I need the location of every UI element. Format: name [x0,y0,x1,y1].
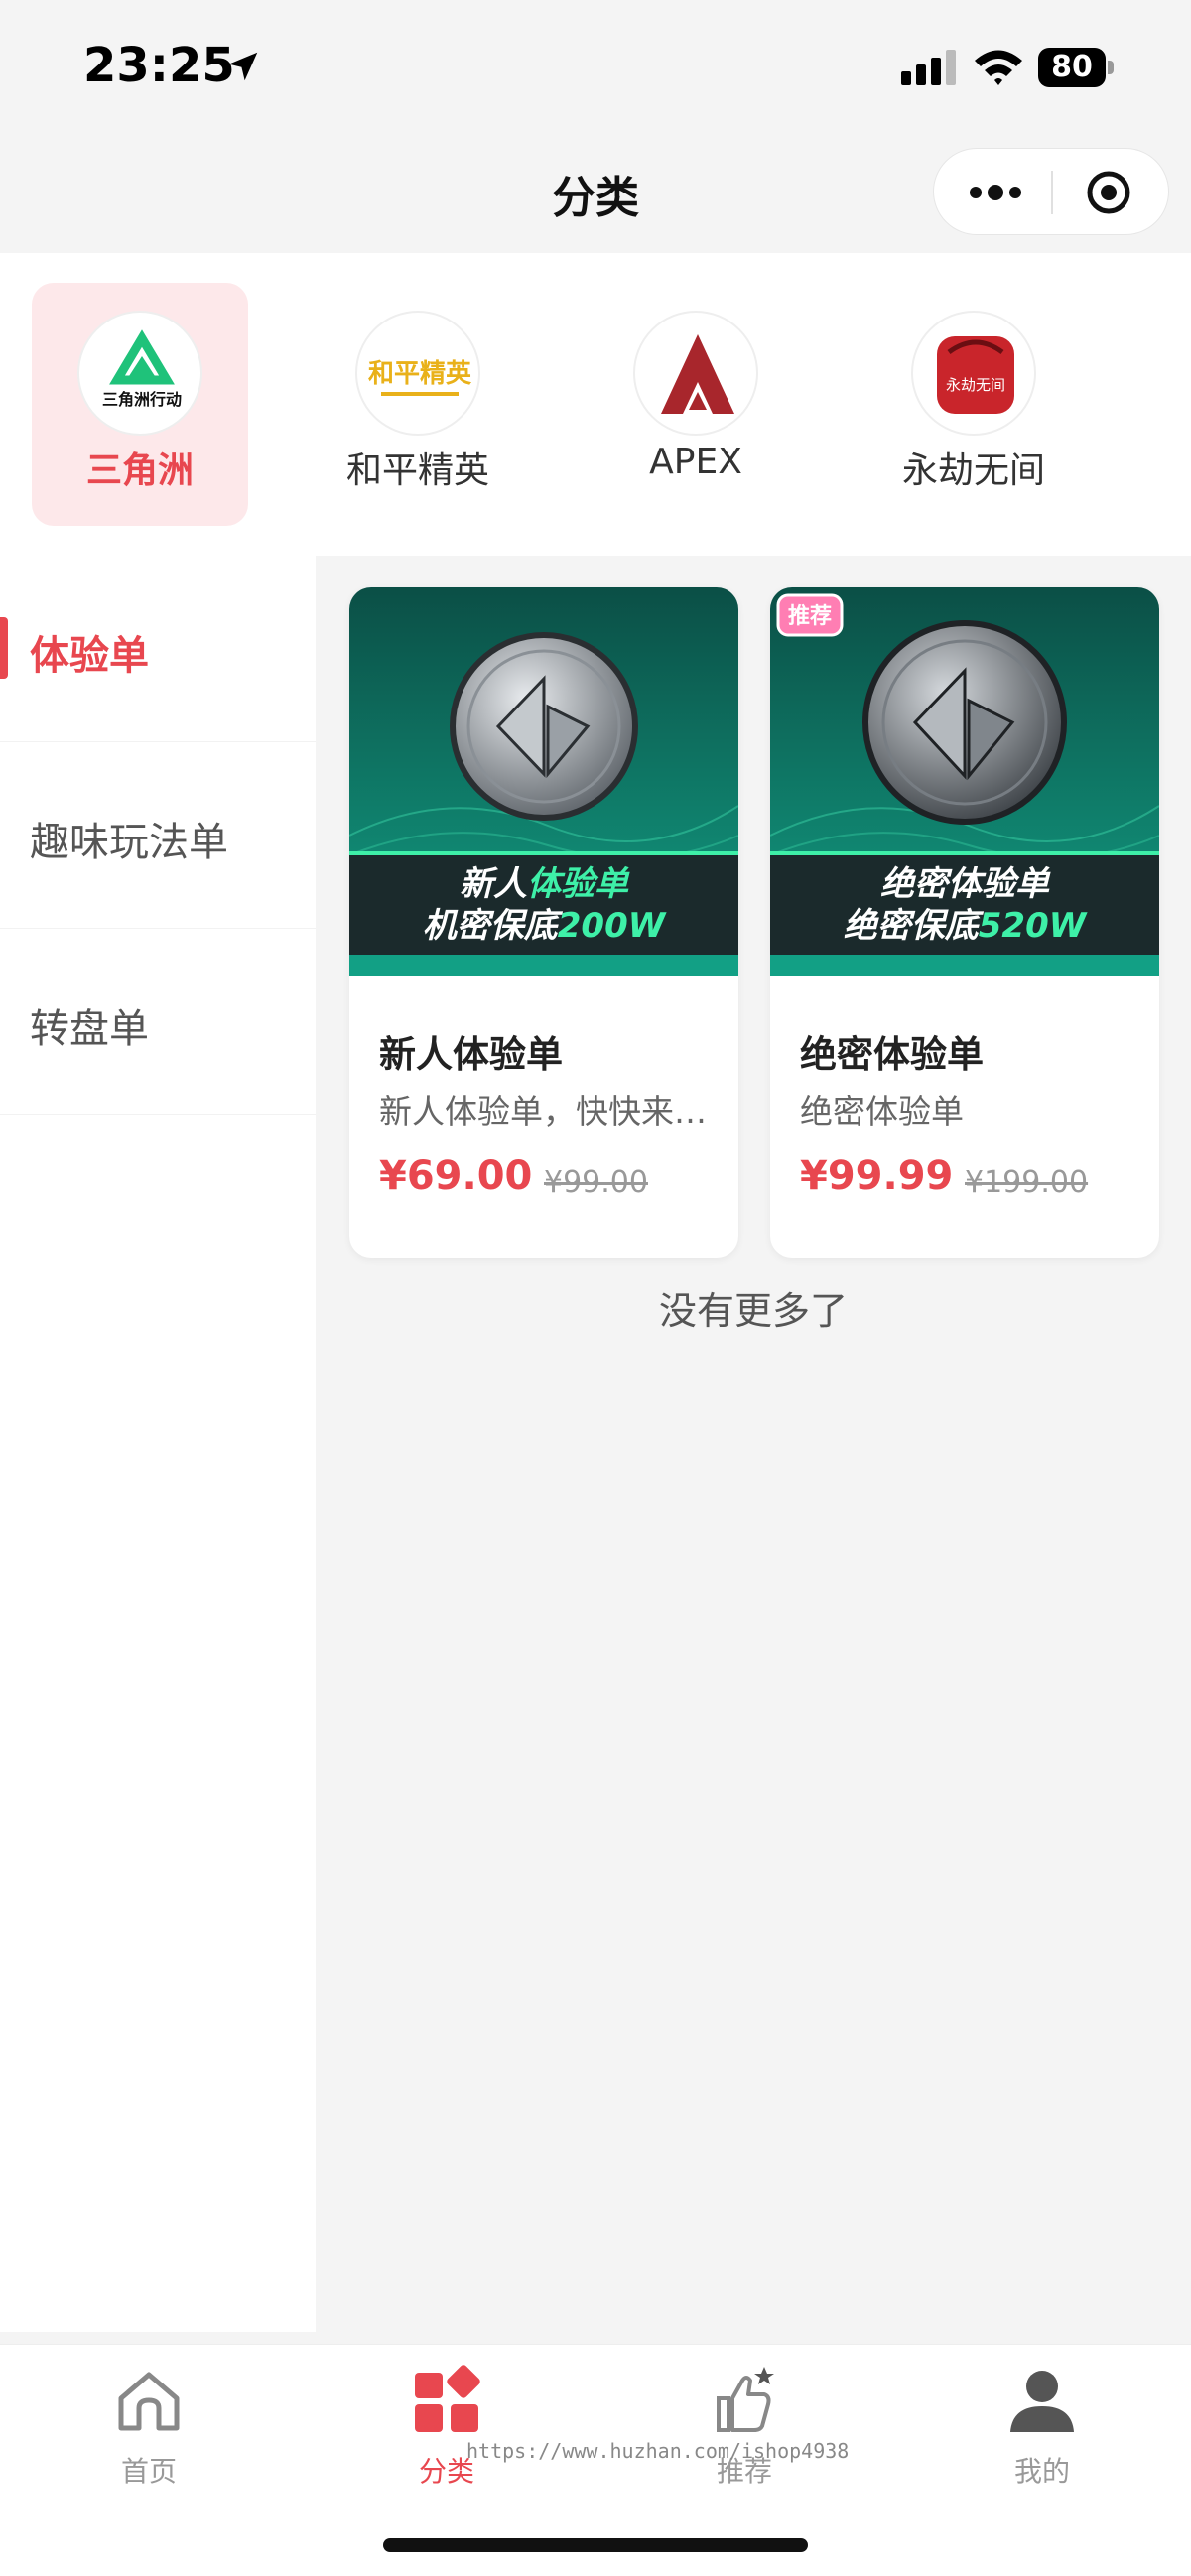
svg-text:绝密体验单: 绝密体验单 [880,864,1051,904]
category-label: 三角洲 [85,451,194,491]
user-icon [1010,2371,1074,2432]
close-target-icon[interactable] [1085,169,1132,216]
home-indicator[interactable] [383,2538,808,2552]
banner-text: 200W [558,906,667,946]
watermark-text: https://www.huzhan.com/ishop4938 [466,2439,850,2463]
thumbs-up-icon [717,2367,774,2432]
product-card[interactable]: 绝密体验单 绝密保底520W 推荐 绝密体验单 绝密体验单 ¥99.99 ¥19… [770,587,1159,1258]
category-naraka[interactable]: 永劫无间 永劫无间 [865,283,1082,526]
tab-home[interactable]: 首页 [0,2365,298,2504]
sidebar-item-fun-mode[interactable]: 趣味玩法单 [0,742,316,929]
product-title: 绝密体验单 [800,1033,984,1076]
product-description: 绝密体验单 [800,1093,964,1131]
category-icon [415,2365,480,2432]
category-peacekeeper-elite[interactable]: 和平精英 和平精英 [310,283,526,526]
naraka-logo: 永劫无间 [911,311,1036,436]
peacekeeper-elite-logo: 和平精英 [355,311,480,436]
banner-text: 520W [979,906,1088,946]
banner-text: 新人 [460,864,527,904]
more-dots-icon[interactable] [964,173,1027,212]
location-arrow-icon [228,52,258,81]
product-price: ¥69.00 [379,1153,533,1199]
product-original-price: ¥199.00 [965,1165,1089,1200]
product-banner-image: 新人体验单 机密保底200W [349,587,738,976]
tab-label: 首页 [120,2455,177,2488]
peacekeeper-logo-text: 和平精英 [368,359,472,389]
svg-text:机密保底200W: 机密保底200W [423,906,667,946]
category-delta-force[interactable]: 三角洲行动 三角洲 [32,283,248,526]
sidebar-item-label: 趣味玩法单 [30,820,228,865]
nav-bar: 分类 [0,134,1191,253]
banner-text: 体验单 [527,864,630,904]
status-bar: 23:25 80 [0,0,1191,134]
battery-indicator: 80 [1038,48,1114,87]
naraka-logo-text: 永劫无间 [946,376,1005,394]
product-original-price: ¥99.00 [544,1165,648,1200]
banner-text: 绝密体验单 [880,864,1051,904]
delta-force-logo: 三角洲行动 [77,311,202,436]
banner-text: 机密保底 [423,906,564,946]
category-label: 永劫无间 [901,451,1045,491]
battery-level: 80 [1038,48,1106,87]
tab-mine[interactable]: 我的 [893,2365,1191,2504]
product-title: 新人体验单 [379,1033,563,1076]
tab-category[interactable]: 分类 [298,2365,596,2504]
delta-force-logo-text: 三角洲行动 [102,390,182,409]
home-icon [118,2372,180,2431]
game-category-strip: 三角洲行动 三角洲 和平精英 和平精英 APEX 永劫无间 永劫无间 [0,253,1191,556]
sidebar-item-trial-order[interactable]: 体验单 [0,556,316,742]
category-label: APEX [649,442,742,482]
apex-logo [633,311,758,436]
tab-label: 我的 [1013,2455,1070,2488]
sidebar-item-wheel[interactable]: 转盘单 [0,929,316,1115]
list-end-text: 没有更多了 [658,1289,848,1333]
badge-text: 推荐 [788,603,832,629]
product-card[interactable]: 新人体验单 机密保底200W 新人体验单 新人体验单，快快来下单吧 ¥69.00… [349,587,738,1258]
wifi-icon [975,50,1022,85]
svg-text:新人体验单: 新人体验单 [460,864,630,904]
product-description: 新人体验单，快快来下单吧 [379,1093,707,1131]
recommend-badge: 推荐 [776,593,844,637]
status-time: 23:25 [83,38,235,93]
sidebar-item-label: 转盘单 [30,1006,149,1052]
svg-text:绝密保底520W: 绝密保底520W [844,906,1088,946]
miniprogram-capsule [933,148,1169,235]
battery-tip [1108,61,1114,74]
banner-text: 绝密保底 [844,906,985,946]
category-apex[interactable]: APEX [588,283,804,526]
sidebar-item-label: 体验单 [30,633,149,679]
product-banner-image: 绝密体验单 绝密保底520W 推荐 [770,587,1159,976]
tab-recommend[interactable]: 推荐 [596,2365,893,2504]
capsule-divider [1051,171,1053,214]
subcategory-sidebar: 体验单 趣味玩法单 转盘单 [0,556,316,2332]
category-label: 和平精英 [345,451,489,491]
active-indicator [0,617,8,679]
cellular-signal-icon [901,50,956,85]
product-price: ¥99.99 [800,1153,954,1199]
